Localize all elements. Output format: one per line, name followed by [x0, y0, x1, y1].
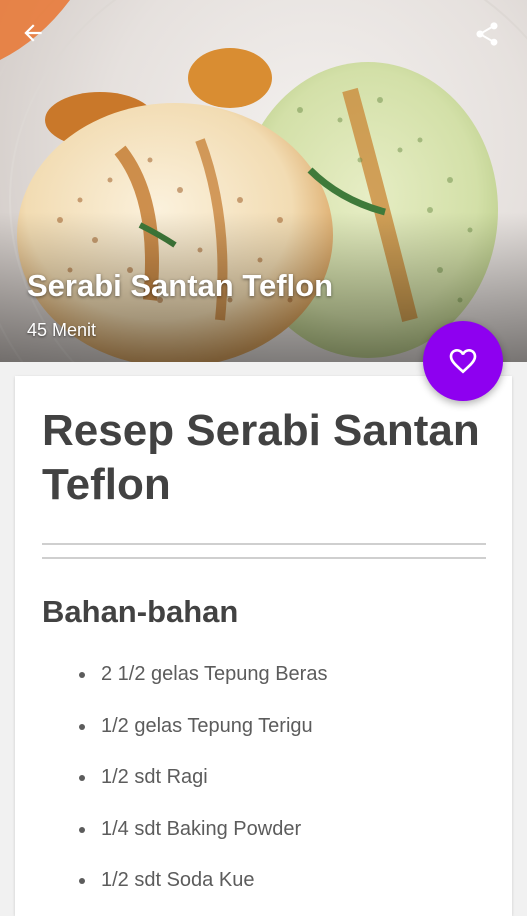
share-icon — [476, 22, 498, 46]
ingredients-heading: Bahan-bahan — [42, 594, 239, 629]
share-button[interactable] — [473, 20, 513, 60]
recipe-title: Resep Serabi Santan Teflon — [42, 406, 480, 509]
heart-outline-icon — [449, 349, 477, 374]
list-item: 1/2 sdt Ragi — [79, 755, 327, 807]
recipe-card: Resep Serabi Santan Teflon Bahan-bahan 2… — [15, 376, 512, 916]
ingredients-list: 2 1/2 gelas Tepung Beras 1/2 gelas Tepun… — [79, 652, 327, 910]
list-item: 1/2 gelas Tepung Terigu — [79, 704, 327, 756]
divider-bottom — [42, 557, 486, 559]
list-item: 2 1/2 gelas Tepung Beras — [79, 652, 327, 704]
favorite-button[interactable] — [423, 321, 503, 401]
divider-top — [42, 543, 486, 545]
cooking-duration: 45 Menit — [27, 320, 97, 340]
arrow-back-icon — [24, 24, 42, 42]
back-button[interactable] — [20, 20, 60, 60]
list-item: 1/4 sdt Baking Powder — [79, 807, 327, 859]
hero-title: Serabi Santan Teflon — [27, 268, 334, 303]
list-item: 1/2 sdt Soda Kue — [79, 858, 327, 910]
recipe-hero-image: Serabi Santan Teflon 45 Menit — [0, 0, 527, 362]
